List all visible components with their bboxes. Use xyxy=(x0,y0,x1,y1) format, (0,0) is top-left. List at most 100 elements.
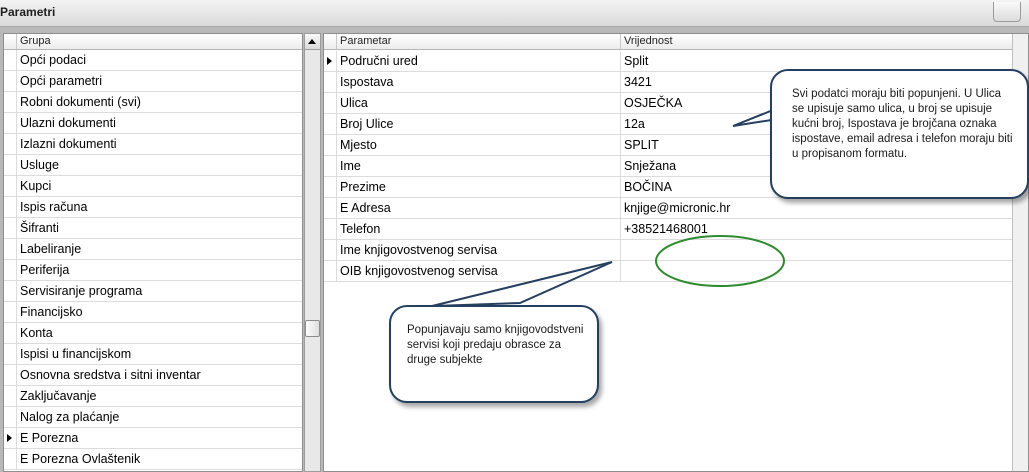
row-selector[interactable] xyxy=(4,176,17,196)
group-list-item[interactable]: Zaključavanje xyxy=(4,386,302,407)
close-button[interactable] xyxy=(993,2,1021,22)
column-header-parametar[interactable]: Parametar xyxy=(337,34,621,49)
parameter-name: Broj Ulice xyxy=(337,114,621,134)
group-list-item[interactable]: Ulazni dokumenti xyxy=(4,113,302,134)
row-selector[interactable] xyxy=(4,365,17,385)
group-list-item[interactable]: Nalog za plaćanje xyxy=(4,407,302,428)
scroll-thumb[interactable] xyxy=(305,320,320,337)
group-list-item-label: Robni dokumenti (svi) xyxy=(20,95,141,109)
group-list-item[interactable]: Izlazni dokumenti xyxy=(4,134,302,155)
parameter-value-field[interactable]: 3421 xyxy=(621,72,652,92)
parameter-value-field[interactable]: knjige@micronic.hr xyxy=(621,198,730,218)
column-header-vrijednost[interactable]: Vrijednost xyxy=(621,34,673,49)
row-selector[interactable] xyxy=(4,113,17,133)
parameter-value-field[interactable]: +38521468001 xyxy=(621,219,708,239)
group-list-item[interactable]: Ispis računa xyxy=(4,197,302,218)
row-selector[interactable] xyxy=(4,386,17,406)
title-bar: Parametri xyxy=(0,0,1029,27)
group-list-item-label: Opći parametri xyxy=(20,74,102,88)
group-list-item[interactable]: Ispisi u financijskom xyxy=(4,344,302,365)
group-list-item[interactable]: Konta xyxy=(4,323,302,344)
parameter-name: Ispostava xyxy=(337,72,621,92)
parameter-value-field[interactable]: SPLIT xyxy=(621,135,659,155)
row-selector[interactable] xyxy=(324,93,337,113)
scroll-up-arrow-icon[interactable] xyxy=(305,34,320,50)
group-list-item[interactable]: Opći podaci xyxy=(4,50,302,71)
callout-accounting-services: Popunjavaju samo knjigovodstveni servisi… xyxy=(389,305,599,403)
parameter-value-field[interactable]: 12a xyxy=(621,114,645,134)
parameter-value-field[interactable]: Split xyxy=(621,51,648,71)
row-selector[interactable] xyxy=(324,240,337,260)
row-selector[interactable] xyxy=(4,134,17,154)
row-selector[interactable] xyxy=(324,135,337,155)
row-selector[interactable] xyxy=(4,92,17,112)
row-selector[interactable] xyxy=(324,51,337,71)
row-selector[interactable] xyxy=(4,323,17,343)
row-selector[interactable] xyxy=(4,344,17,364)
parameter-name: Ulica xyxy=(337,93,621,113)
row-selector[interactable] xyxy=(4,218,17,238)
column-header-grupa[interactable]: Grupa xyxy=(17,34,51,49)
parameter-value-field[interactable]: BOČINA xyxy=(621,177,672,197)
parameter-name: Ime xyxy=(337,156,621,176)
row-selector[interactable] xyxy=(4,50,17,70)
row-selector[interactable] xyxy=(4,71,17,91)
row-selector[interactable] xyxy=(4,302,17,322)
parameter-name: E Adresa xyxy=(337,198,621,218)
group-grid-scrollbar[interactable] xyxy=(304,33,321,472)
group-list-item-label: Ulazni dokumenti xyxy=(20,116,116,130)
group-list-item-label: Opći podaci xyxy=(20,53,87,67)
group-list-item-label: Kupci xyxy=(20,179,52,193)
row-selector[interactable] xyxy=(4,428,17,448)
current-row-arrow-icon xyxy=(7,434,12,442)
parameter-grid-header: Parametar Vrijednost xyxy=(324,34,1012,50)
callout-bottom-text: Popunjavaju samo knjigovodstveni servisi… xyxy=(407,324,584,366)
group-list: Opći podaci Opći parametri Robni dokumenti… xyxy=(4,50,302,470)
parameter-row[interactable]: Telefon +38521468001 xyxy=(324,219,1012,240)
group-list-item[interactable]: E Porezna Ovlaštenik xyxy=(4,449,302,470)
group-list-item[interactable]: Šifranti xyxy=(4,218,302,239)
row-selector[interactable] xyxy=(324,198,337,218)
parameter-value-field[interactable]: OSJEČKA xyxy=(621,93,682,113)
row-selector[interactable] xyxy=(324,261,337,281)
row-selector[interactable] xyxy=(4,239,17,259)
row-selector[interactable] xyxy=(4,155,17,175)
group-list-item[interactable]: Opći parametri xyxy=(4,71,302,92)
row-selector[interactable] xyxy=(324,177,337,197)
row-selector[interactable] xyxy=(4,281,17,301)
parameter-row[interactable]: E Adresa knjige@micronic.hr xyxy=(324,198,1012,219)
parameter-row[interactable]: Ime knjigovostvenog servisa xyxy=(324,240,1012,261)
row-selector-header xyxy=(4,34,17,49)
row-selector[interactable] xyxy=(324,219,337,239)
group-list-item[interactable]: Labeliranje xyxy=(4,239,302,260)
row-selector[interactable] xyxy=(4,197,17,217)
window-title: Parametri xyxy=(0,5,56,19)
group-list-item-label: Financijsko xyxy=(20,305,83,319)
group-list-item[interactable]: Kupci xyxy=(4,176,302,197)
row-selector[interactable] xyxy=(324,156,337,176)
group-list-item[interactable]: Servisiranje programa xyxy=(4,281,302,302)
parameter-row[interactable]: OIB knjigovostvenog servisa xyxy=(324,261,1012,282)
group-grid-header: Grupa xyxy=(4,34,302,50)
parameter-value-field[interactable]: Snježana xyxy=(621,156,676,176)
group-list-item[interactable]: Financijsko xyxy=(4,302,302,323)
row-selector[interactable] xyxy=(4,260,17,280)
parameter-value-field[interactable] xyxy=(621,261,624,281)
parameter-name: Ime knjigovostvenog servisa xyxy=(337,240,621,260)
group-grid: Grupa Opći podaci Opći parametri Robni dok… xyxy=(3,33,303,472)
row-selector[interactable] xyxy=(324,114,337,134)
group-list-item[interactable]: Osnovna sredstva i sitni inventar xyxy=(4,365,302,386)
group-list-item[interactable]: E Porezna xyxy=(4,428,302,449)
parameter-name: OIB knjigovostvenog servisa xyxy=(337,261,621,281)
row-selector[interactable] xyxy=(4,407,17,427)
row-selector[interactable] xyxy=(4,449,17,469)
group-list-item-label: Šifranti xyxy=(20,221,59,235)
parameter-value-field[interactable] xyxy=(621,240,624,260)
group-list-item-label: Servisiranje programa xyxy=(20,284,143,298)
group-list-item[interactable]: Usluge xyxy=(4,155,302,176)
group-list-item[interactable]: Robni dokumenti (svi) xyxy=(4,92,302,113)
row-selector[interactable] xyxy=(324,72,337,92)
group-list-item[interactable]: Periferija xyxy=(4,260,302,281)
current-row-arrow-icon xyxy=(327,57,332,65)
parameter-name: Telefon xyxy=(337,219,621,239)
